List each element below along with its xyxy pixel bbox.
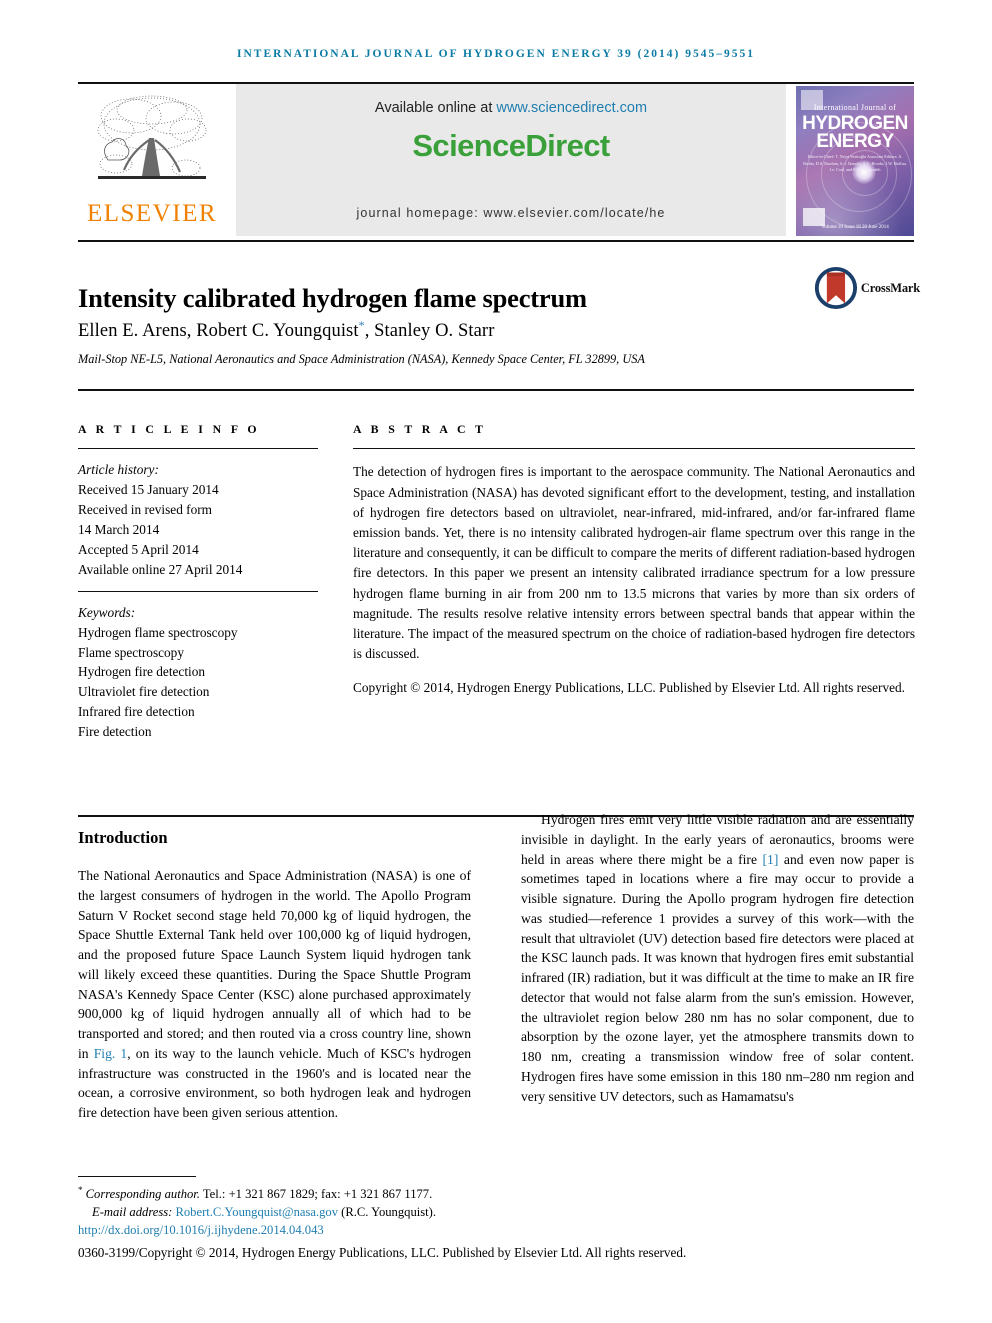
article-history-item: Available online 27 April 2014	[78, 561, 243, 577]
journal-cover-thumbnail[interactable]: International Journal of HYDROGEN ENERGY…	[796, 84, 914, 236]
intro-paragraph-right-part2: and even now paper is sometimes taped in…	[521, 851, 914, 1104]
cover-ihe-logo-icon	[803, 208, 825, 226]
author-names-rest: , Stanley O. Starr	[364, 321, 495, 342]
elsevier-tree-icon	[97, 95, 207, 179]
sciencedirect-wordmark: ScienceDirect	[412, 128, 610, 163]
email-line: E-mail address: Robert.C.Youngquist@nasa…	[78, 1204, 918, 1222]
reference-1-link[interactable]: [1]	[763, 852, 779, 867]
keyword-item: Fire detection	[78, 724, 152, 740]
abstract-column: A B S T R A C T The detection of hydroge…	[353, 422, 915, 711]
keyword-item: Ultraviolet fire detection	[78, 684, 210, 700]
figure-1-link[interactable]: Fig. 1	[94, 1046, 127, 1061]
available-online-line: Available online at www.sciencedirect.co…	[375, 100, 647, 116]
section-heading-introduction: Introduction	[78, 828, 168, 847]
article-history-item: Received in revised form	[78, 501, 213, 517]
keyword-item: Flame spectroscopy	[78, 644, 184, 660]
article-info-column: A R T I C L E I N F O Article history: R…	[78, 422, 318, 742]
article-info-heading: A R T I C L E I N F O	[78, 422, 260, 436]
footnote-divider	[78, 1176, 196, 1177]
abstract-text: The detection of hydrogen fires is impor…	[353, 464, 915, 662]
title-divider	[78, 240, 914, 242]
running-head: International Journal of Hydrogen Energy…	[237, 48, 755, 60]
elsevier-wordmark: ELSEVIER	[86, 200, 218, 227]
footnote-star-marker: *	[78, 1185, 83, 1195]
keyword-item: Hydrogen flame spectroscopy	[78, 624, 238, 640]
intro-paragraph-left-part1: The National Aeronautics and Space Admin…	[78, 868, 471, 1061]
keywords-block: Keywords: Hydrogen flame spectroscopy Fl…	[78, 603, 318, 743]
email-link[interactable]: Robert.C.Youngquist@nasa.gov	[175, 1205, 338, 1219]
page-footer: * Corresponding author. Tel.: +1 321 867…	[78, 1184, 918, 1263]
journal-masthead: ELSEVIER Available online at www.science…	[78, 82, 914, 236]
intro-paragraph-left-part2: , on its way to the launch vehicle. Much…	[78, 1045, 471, 1121]
article-info-rule	[78, 448, 318, 449]
journal-homepage-line[interactable]: journal homepage: www.elsevier.com/locat…	[236, 206, 786, 220]
keyword-item: Hydrogen fire detection	[78, 664, 206, 680]
intro-paragraph-right: Hydrogen fires emit very little visible …	[521, 810, 914, 1106]
paper-page: International Journal of Hydrogen Energy…	[0, 0, 992, 1323]
sciencedirect-url-link[interactable]: www.sciencedirect.com	[496, 100, 647, 116]
doi-link[interactable]: http://dx.doi.org/10.1016/j.ijhydene.201…	[78, 1222, 918, 1240]
body-column-right: Hydrogen fires emit very little visible …	[521, 810, 914, 1106]
crossmark-icon	[815, 266, 857, 310]
journal-cover-image: International Journal of HYDROGEN ENERGY…	[796, 86, 914, 236]
crossmark-badge[interactable]: CrossMark	[815, 262, 920, 314]
article-history-item: Accepted 5 April 2014	[78, 541, 199, 557]
body-column-left: Introduction The National Aeronautics an…	[78, 820, 471, 1123]
article-history-item: Received 15 January 2014	[78, 481, 219, 497]
corresponding-author-contact: Tel.: +1 321 867 1829; fax: +1 321 867 1…	[199, 1187, 433, 1202]
available-online-text: Available online at	[374, 100, 497, 116]
email-owner: (R.C. Youngquist).	[338, 1205, 436, 1220]
keywords-rule	[78, 590, 318, 592]
footer-copyright: 0360-3199/Copyright © 2014, Hydrogen Ene…	[78, 1244, 687, 1260]
abstract-copyright: Copyright © 2014, Hydrogen Energy Public…	[353, 679, 906, 695]
abstract-heading: A B S T R A C T	[353, 422, 487, 436]
abstract-divider	[78, 389, 914, 391]
cover-editors: Editor-in-Chief: T. Nejat Veziroğlu Asso…	[803, 154, 907, 172]
crossmark-label: CrossMark	[860, 280, 920, 295]
page-title: Intensity calibrated hydrogen flame spec…	[78, 282, 587, 313]
abstract-rule	[353, 448, 915, 449]
sciencedirect-banner: Available online at www.sciencedirect.co…	[236, 84, 786, 236]
intro-paragraph-left: The National Aeronautics and Space Admin…	[78, 866, 471, 1123]
cover-title-energy: ENERGY	[816, 131, 894, 152]
affiliation: Mail-Stop NE-L5, National Aeronautics an…	[78, 352, 645, 366]
corresponding-author-label: Corresponding author.	[85, 1187, 200, 1202]
cover-subtitle: International Journal of	[813, 103, 897, 112]
article-history-heading: Article history:	[78, 462, 159, 477]
elsevier-logo: ELSEVIER	[78, 84, 226, 236]
email-label: E-mail address:	[92, 1205, 176, 1220]
author-list: Ellen E. Arens, Robert C. Youngquist*, S…	[78, 318, 878, 342]
keywords-heading: Keywords:	[78, 604, 136, 620]
author-names: Ellen E. Arens, Robert C. Youngquist	[78, 321, 359, 342]
corresponding-author-line: * Corresponding author. Tel.: +1 321 867…	[78, 1184, 918, 1204]
article-history-item: 14 March 2014	[78, 521, 160, 537]
keyword-item: Infrared fire detection	[78, 704, 195, 720]
